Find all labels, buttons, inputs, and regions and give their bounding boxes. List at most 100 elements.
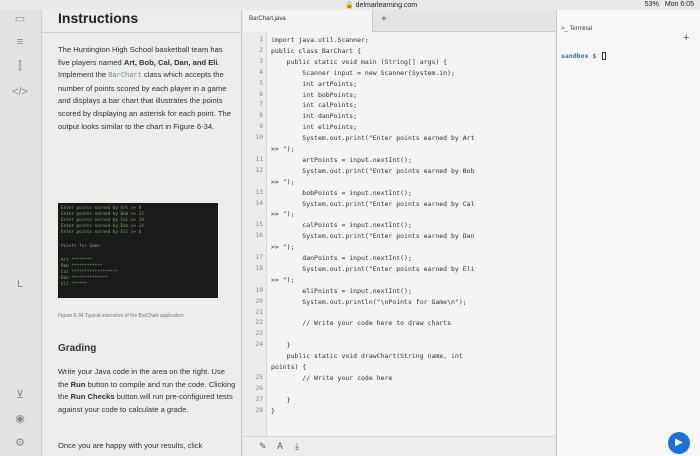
code-line[interactable]: int artPoints; [271, 80, 357, 88]
line-number: 1 [259, 36, 263, 43]
instructions-pane: Instructions The Huntington High School … [42, 10, 242, 456]
line-number: 24 [255, 341, 263, 349]
line-number: 26 [255, 384, 263, 392]
download-icon[interactable]: ⤓ [295, 441, 299, 452]
line-number: 6 [259, 90, 263, 98]
grading-paragraph: Write your Java code in the area on the … [58, 366, 236, 416]
prompt-symbol: $ [592, 52, 597, 60]
figure-line: Enter points earned by Dan >> 14 [61, 224, 144, 229]
player-names: Art, Bob, Cal, Dan, and Eli [123, 57, 218, 67]
code-icon[interactable]: </> [10, 86, 30, 100]
figure-line: Enter points earned by Bob >> 12 [61, 212, 144, 217]
editor-tabbar: BarChart.java + [243, 10, 555, 32]
add-tab-button[interactable]: + [381, 14, 387, 25]
code-line[interactable]: calPoints = input.nextInt(); [271, 221, 412, 229]
prompt-user: sandbox [561, 52, 589, 60]
chart-icon[interactable]: ⫿ [10, 60, 30, 74]
code-line[interactable]: int calPoints; [271, 101, 357, 109]
code-line[interactable]: // Write your code here [271, 374, 392, 382]
code-line[interactable]: System.out.println("\nPoints for Game\n"… [271, 298, 466, 306]
status-bar: 🔒 delmarlearning.com 53% Mon 6:05 [0, 0, 700, 10]
code-line[interactable]: Scanner input = new Scanner(System.in); [271, 69, 455, 77]
add-terminal-button[interactable]: + [683, 32, 689, 44]
code-line[interactable]: System.out.print("Enter points earned by… [271, 265, 474, 273]
code-line[interactable]: >> "); [271, 276, 294, 284]
line-number: 17 [255, 254, 263, 261]
figure-line: Art ******** [61, 258, 93, 263]
line-number: 5 [259, 79, 263, 87]
code-line[interactable]: // Write your code here to draw charts [271, 319, 451, 327]
clock-label: Mon 6:05 [664, 1, 694, 8]
line-number: 4 [259, 68, 263, 76]
code-line[interactable]: bobPoints = input.nextInt(); [271, 189, 412, 197]
code-line[interactable]: System.out.print("Enter points earned by… [271, 232, 474, 240]
line-number: 13 [255, 188, 263, 196]
editor-bottom-bar: ✎ A ⤓ [243, 436, 555, 456]
line-number: 8 [259, 112, 263, 120]
play-icon[interactable]: ▶ [668, 432, 690, 454]
code-line[interactable]: points) { [271, 363, 306, 371]
tab-barchart-java[interactable]: BarChart.java [243, 10, 373, 32]
code-line[interactable]: artPoints = input.nextInt(); [271, 156, 412, 164]
line-number: 11 [255, 155, 263, 163]
class-name-code: BarChart [108, 72, 142, 81]
line-number: 28 [255, 406, 263, 414]
code-line[interactable]: import java.util.Scanner; [271, 36, 369, 44]
code-line[interactable]: >> "); [271, 178, 294, 186]
terminal-pane[interactable]: >_ Terminal + sandbox $ [556, 10, 700, 456]
line-number: 9 [259, 123, 263, 131]
figure-line: Bob ************ [61, 264, 103, 269]
terminal-cursor [602, 52, 607, 60]
url-label: 🔒 delmarlearning.com [345, 2, 418, 9]
code-line[interactable]: int eliPoints; [271, 123, 357, 131]
expand-icon[interactable]: L [10, 278, 30, 292]
figure-line: Cal ****************** [61, 270, 118, 275]
code-line[interactable]: public class BarChart { [271, 47, 361, 55]
thumbs-icon[interactable]: ⊻ [10, 388, 30, 402]
figure-caption: Figure 6-34 Typical execution of the Bar… [58, 313, 184, 319]
code-line[interactable]: System.out.print("Enter points earned by… [271, 200, 474, 208]
para-text: class which accepts the number of points… [58, 70, 231, 131]
line-number: 16 [255, 232, 263, 240]
settings-icon[interactable]: ⚙ [10, 436, 30, 450]
code-editor[interactable]: BarChart.java + 1 import java.util.Scanne… [243, 10, 555, 456]
code-line[interactable]: >> "); [271, 145, 294, 153]
line-number: 21 [255, 308, 263, 316]
code-line[interactable]: public static void drawChart(String name… [271, 352, 463, 360]
figure-line: Enter points earned by Eli >> 6 [61, 230, 142, 235]
status-indicators: 53% Mon 6:05 [645, 1, 694, 8]
battery-label: 53% [644, 1, 659, 8]
terminal-prompt[interactable]: sandbox $ [561, 52, 607, 60]
line-number: 12 [255, 166, 263, 174]
code-line[interactable]: } [271, 407, 275, 415]
line-number: 18 [255, 264, 263, 272]
code-line[interactable]: eliPoints = input.nextInt(); [271, 287, 412, 295]
grading-heading: Grading [58, 343, 97, 354]
help-icon[interactable]: ◉ [10, 412, 30, 426]
code-line[interactable]: System.out.print("Enter points earned by… [271, 134, 474, 142]
tab-terminal[interactable]: >_ Terminal [557, 24, 665, 36]
line-number: 15 [255, 221, 263, 229]
run-checks-word: Run Checks [70, 392, 115, 402]
code-line[interactable]: int bobPoints; [271, 91, 357, 99]
line-number: 14 [255, 199, 263, 207]
footer-text: Once you are happy with your results, cl… [58, 441, 203, 450]
figure-line: Enter points earned by Cal >> 18 [61, 218, 144, 223]
pencil-icon[interactable]: ✎ [259, 441, 267, 452]
line-number: 10 [255, 134, 263, 142]
code-line[interactable]: >> "); [271, 243, 294, 251]
code-line[interactable]: System.out.print("Enter points earned by… [271, 167, 474, 175]
line-number: 20 [255, 297, 263, 305]
code-line[interactable]: public static void main (String[] args) … [271, 58, 447, 66]
book-icon[interactable]: ▭ [10, 12, 30, 26]
code-line[interactable]: } [271, 396, 291, 404]
code-line[interactable]: danPoints = input.nextInt(); [271, 254, 412, 262]
line-number: 23 [255, 330, 263, 338]
list-icon[interactable]: ≡ [10, 36, 30, 50]
instructions-paragraph: The Huntington High School basketball te… [58, 44, 236, 133]
a-format-icon[interactable]: A [277, 441, 283, 451]
screen: 🔒 delmarlearning.com 53% Mon 6:05 ▭ ≡ ⫿ … [0, 0, 700, 456]
code-line[interactable]: } [271, 341, 291, 349]
code-line[interactable]: int danPoints; [271, 112, 357, 120]
code-line[interactable]: >> "); [271, 210, 294, 218]
